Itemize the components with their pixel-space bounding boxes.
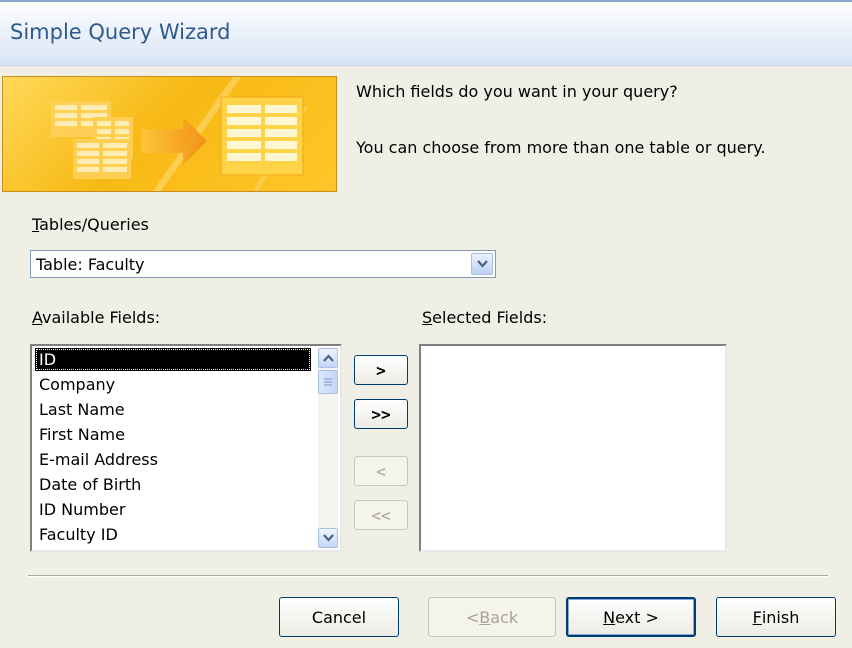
wizard-banner-image (2, 76, 337, 192)
tables-illustration-icon (51, 77, 308, 191)
tables-queries-label: Tables/Queries (32, 215, 149, 234)
add-all-fields-button[interactable]: >> (354, 399, 408, 429)
scroll-up-button[interactable] (318, 348, 338, 368)
scroll-thumb[interactable] (318, 370, 338, 394)
title-bar: Simple Query Wizard (0, 0, 852, 66)
selected-fields-label-text: elected Fields: (432, 308, 548, 327)
next-button-accel: N (603, 607, 616, 627)
dropdown-button[interactable] (471, 253, 493, 275)
scroll-down-button[interactable] (318, 528, 338, 548)
back-button-label: ack (490, 607, 519, 627)
chevron-up-icon (322, 354, 334, 362)
remove-all-fields-button[interactable]: << (354, 500, 408, 530)
add-field-button[interactable]: > (354, 355, 408, 385)
list-item[interactable]: Last Name (35, 398, 311, 421)
available-fields-list[interactable]: ID Company Last Name First Name E-mail A… (30, 344, 342, 552)
list-item[interactable]: ID (35, 348, 311, 371)
remove-field-button[interactable]: < (354, 456, 408, 486)
next-button-label: ext > (615, 607, 659, 627)
tables-queries-selected-value: Table: Faculty (36, 255, 145, 274)
list-item[interactable]: Company (35, 373, 311, 396)
footer-divider (28, 575, 828, 577)
available-fields-label-text: vailable Fields: (42, 308, 161, 327)
selected-fields-list[interactable] (419, 344, 727, 552)
back-button-prefix: < (465, 607, 480, 627)
wizard-hint: You can choose from more than one table … (356, 138, 766, 157)
list-item[interactable]: Faculty ID (35, 523, 311, 546)
wizard-question: Which fields do you want in your query? (356, 82, 678, 101)
list-item[interactable]: Date of Birth (35, 473, 311, 496)
chevron-down-icon (322, 534, 334, 542)
list-item[interactable]: ID Number (35, 498, 311, 521)
next-button[interactable]: Next > (566, 597, 696, 637)
finish-button-accel: F (752, 607, 762, 627)
selected-fields-label: Selected Fields: (422, 308, 547, 327)
chevron-down-icon (476, 260, 488, 268)
available-fields-scrollbar[interactable] (318, 348, 338, 548)
available-fields-accel: A (32, 308, 43, 327)
list-item[interactable]: First Name (35, 423, 311, 446)
list-item[interactable]: E-mail Address (35, 448, 311, 471)
available-fields-label: Available Fields: (32, 308, 160, 327)
cancel-button[interactable]: Cancel (279, 597, 399, 637)
back-button-accel: B (479, 607, 491, 627)
window-title: Simple Query Wizard (10, 20, 231, 44)
back-button[interactable]: < Back (428, 597, 556, 637)
tables-queries-label-text: ables/Queries (39, 215, 149, 234)
tables-queries-dropdown[interactable]: Table: Faculty (30, 250, 496, 278)
grip-icon (324, 378, 332, 386)
finish-button-label: inish (761, 607, 800, 627)
selected-fields-accel: S (422, 308, 433, 327)
finish-button[interactable]: Finish (716, 597, 836, 637)
